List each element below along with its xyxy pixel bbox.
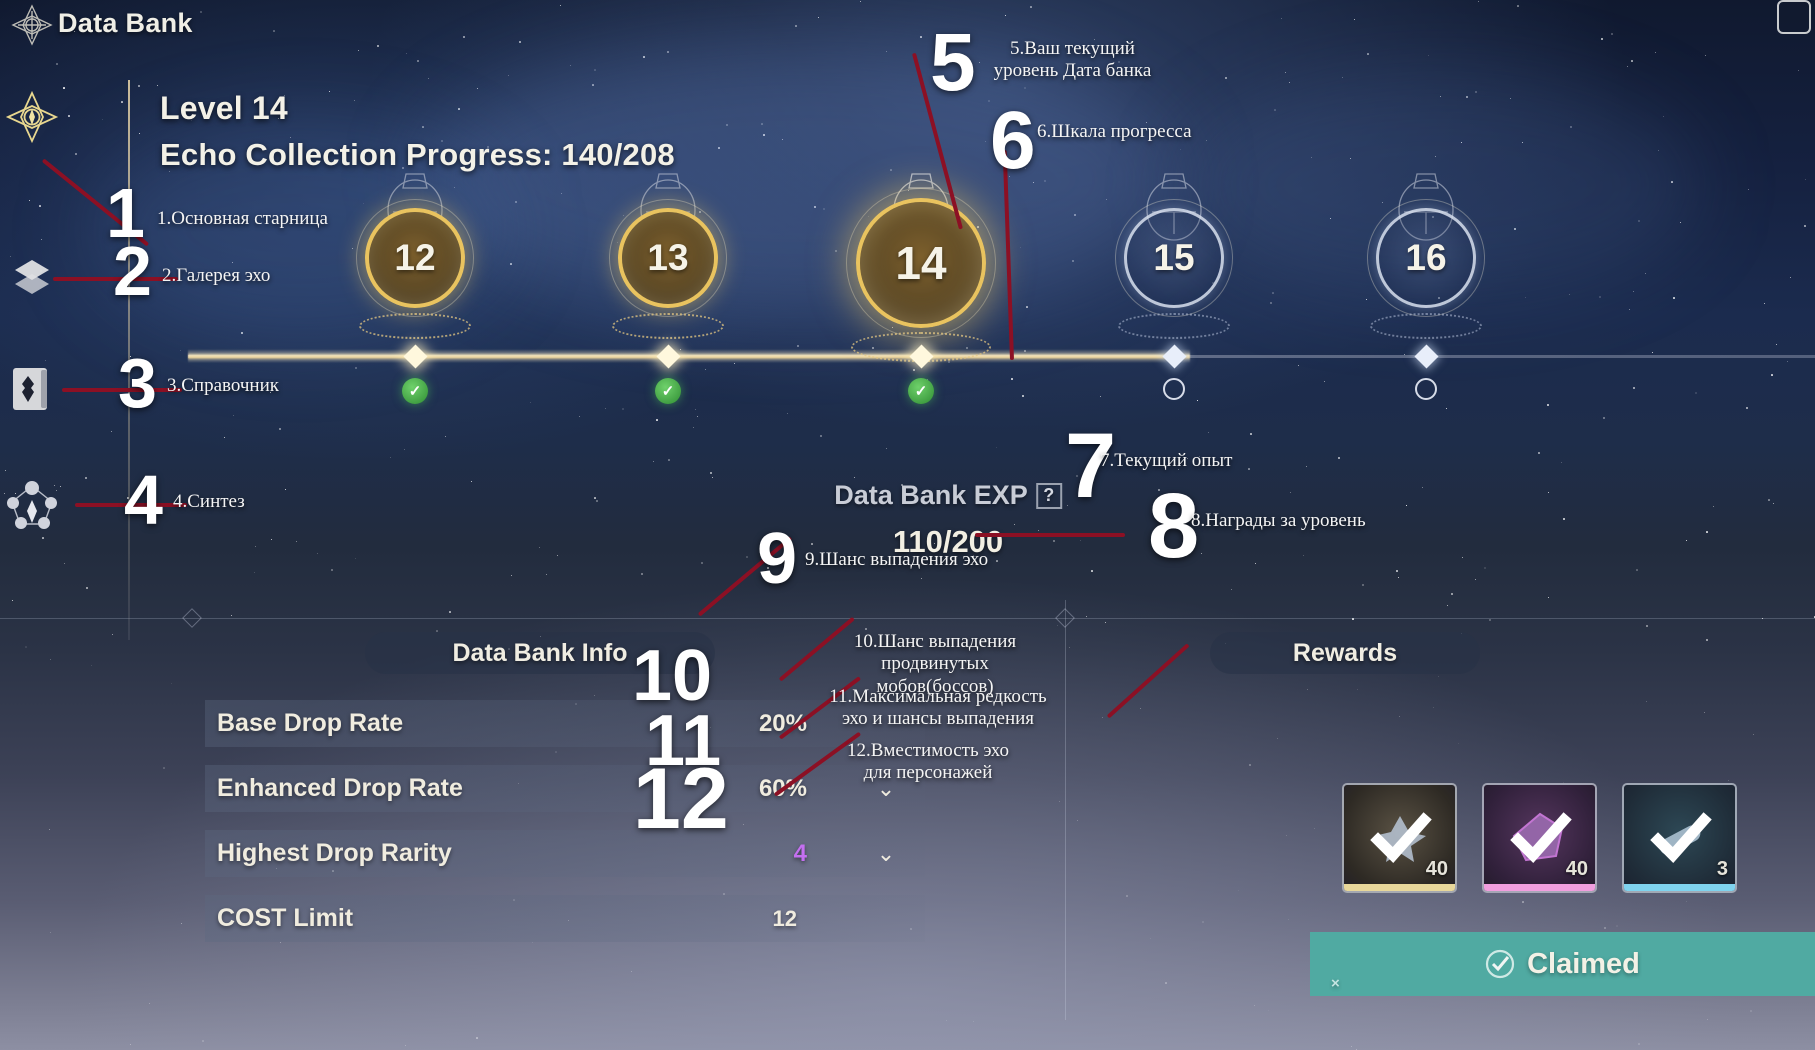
orb-base-decoration (359, 313, 471, 339)
annotation-line-7 (975, 533, 1125, 537)
book-icon (13, 368, 47, 410)
reward-item-blue-capsule[interactable]: 3 (1622, 783, 1737, 893)
reward-count: 3 (1716, 858, 1728, 880)
layers-icon (15, 260, 49, 294)
claimed-check-icon (1509, 812, 1572, 864)
chevron-down-icon[interactable]: ⌄ (875, 842, 897, 865)
reward-item-shard-star[interactable]: 40 (1342, 783, 1457, 893)
reward-item-purple-gem[interactable]: 40 (1482, 783, 1597, 893)
timeline-status-check: ✓ (402, 378, 428, 404)
exp-title-row: Data Bank EXP ? (834, 480, 1062, 511)
rewards-list: 40 40 3 (1342, 783, 1737, 893)
info-row-cost-limit[interactable]: COST Limit 12 (205, 895, 925, 942)
annotation-line-8 (1106, 643, 1190, 719)
level-orb: 13 (609, 199, 727, 317)
grid-line (0, 618, 1815, 619)
annotation-text-2: 2.Галерея эхо (162, 265, 271, 286)
reward-rarity-bar (1344, 884, 1455, 891)
claimed-check-icon (1369, 812, 1432, 864)
echo-collection-progress-label: Echo Collection Progress: 140/208 (160, 137, 675, 172)
header-bar: Data Bank (0, 0, 1815, 52)
data-bank-info-panel: Data Bank Info Base Drop Rate 20% Enhanc… (205, 632, 925, 960)
info-row-label: Enhanced Drop Rate (217, 774, 463, 802)
annotation-text-5: 5.Ваш текущий уровень Дата банка (993, 38, 1152, 82)
claimed-check-icon (1649, 812, 1712, 864)
exp-title-label: Data Bank EXP (834, 480, 1028, 510)
annotation-text-1: 1.Основная старница (157, 208, 328, 229)
orb-base-decoration (1118, 313, 1230, 339)
annotation-number-9: 9 (757, 519, 798, 599)
annotation-text-11: 11.Максимальная редкость эхо и шансы вып… (829, 686, 1047, 730)
rewards-panel-title: Rewards (1210, 632, 1480, 674)
close-small-icon[interactable]: × (1331, 975, 1340, 992)
level-header: Level 14 Echo Collection Progress: 140/2… (160, 90, 675, 173)
grid-line (1065, 600, 1066, 1020)
info-row-label: Base Drop Rate (217, 709, 404, 737)
claimed-button[interactable]: Claimed × (1310, 932, 1815, 996)
claimed-button-label: Claimed (1527, 947, 1640, 980)
timeline-status-check: ✓ (908, 378, 934, 404)
info-row-value: 12 (772, 905, 797, 931)
level-number: 16 (1405, 237, 1447, 278)
timeline-status-circle (1415, 378, 1437, 400)
annotation-number-12: 12 (633, 751, 729, 847)
info-row-value: 4 (793, 839, 807, 867)
info-row-label: COST Limit (217, 904, 354, 932)
timeline-status-check: ✓ (655, 378, 681, 404)
reward-count: 40 (1425, 858, 1448, 880)
annotation-text-8: 8.Награды за уровень (1191, 510, 1366, 531)
current-level-label: Level 14 (160, 90, 288, 126)
annotation-text-9: 9.Шанс выпадения эхо (805, 549, 989, 570)
annotation-number-5: 5 (930, 17, 976, 108)
info-row-enhanced-drop-rate[interactable]: Enhanced Drop Rate 60% ⌄ (205, 765, 925, 812)
annotation-number-4: 4 (124, 461, 163, 539)
sidebar-item-synthesis[interactable] (5, 478, 59, 532)
page-title: Data Bank (58, 8, 193, 38)
annotation-number-3: 3 (118, 344, 157, 422)
annotation-text-12: 12.Вместимость эхо для персонажей (846, 740, 1010, 784)
annotation-number-2: 2 (113, 232, 152, 310)
info-row-highest-drop-rarity[interactable]: Highest Drop Rarity 4 ⌄ (205, 830, 925, 877)
timeline-status-circle (1163, 378, 1185, 400)
level-orb: 16 (1367, 199, 1485, 317)
level-orb: 15 (1115, 199, 1233, 317)
level-number: 12 (394, 237, 436, 278)
sidebar-item-echo-gallery[interactable] (5, 250, 59, 304)
level-number: 15 (1153, 237, 1195, 278)
annotation-text-3: 3.Справочник (167, 375, 279, 396)
level-number: 14 (895, 237, 947, 289)
level-number: 13 (647, 237, 689, 278)
info-row-label: Highest Drop Rarity (217, 839, 452, 867)
check-badge-icon (1485, 949, 1515, 979)
annotation-text-4: 4.Синтез (173, 491, 245, 512)
close-icon[interactable] (1777, 0, 1811, 34)
orb-base-decoration (612, 313, 724, 339)
compass-emblem-icon (5, 90, 59, 144)
grid-diamond (1055, 608, 1075, 628)
orb-base-decoration (1370, 313, 1482, 339)
level-orb-current: 14 (846, 188, 996, 338)
question-mark-icon[interactable]: ? (1035, 482, 1062, 509)
annotation-text-7: 7.Текущий опыт (1100, 450, 1233, 471)
data-bank-screen: Data Bank Level 14 Echo Collection Progr… (0, 0, 1815, 1050)
reward-count: 40 (1565, 858, 1588, 880)
annotation-number-6: 6 (990, 95, 1036, 186)
reward-rarity-bar (1484, 884, 1595, 891)
reward-rarity-bar (1624, 884, 1735, 891)
grid-diamond (182, 608, 202, 628)
sidebar-item-main-page[interactable] (5, 90, 59, 144)
compass-emblem-icon (10, 3, 54, 47)
level-orb: 12 (356, 199, 474, 317)
annotation-text-6: 6.Шкала прогресса (1037, 121, 1192, 142)
molecule-icon (7, 481, 57, 529)
sidebar-item-handbook[interactable] (5, 362, 59, 416)
